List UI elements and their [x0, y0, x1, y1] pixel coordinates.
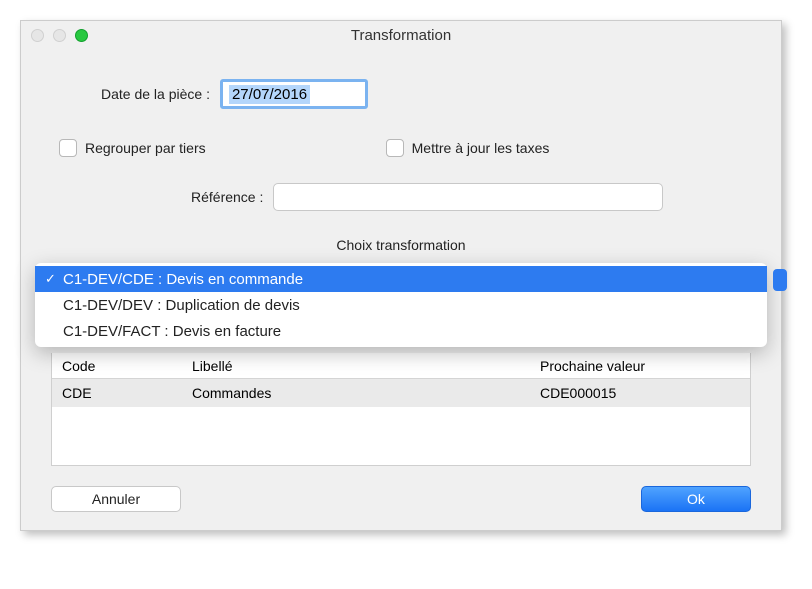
transformation-dropdown-wrap: ✓ C1-DEV/CDE : Devis en commande C1-DEV/… — [51, 263, 751, 347]
transformation-dropdown-list: ✓ C1-DEV/CDE : Devis en commande C1-DEV/… — [35, 263, 767, 347]
date-value: 27/07/2016 — [229, 85, 310, 104]
transformation-dialog: Transformation Date de la pièce : 27/07/… — [20, 20, 782, 531]
dropdown-option-label: C1-DEV/FACT : Devis en facture — [63, 323, 281, 340]
dialog-content: Date de la pièce : 27/07/2016 Regrouper … — [21, 49, 781, 530]
titlebar: Transformation — [21, 21, 781, 49]
cell-code: CDE — [52, 385, 182, 401]
reference-input[interactable] — [273, 183, 663, 211]
table-empty-area — [52, 407, 750, 465]
checkbox-row: Regrouper par tiers Mettre à jour les ta… — [51, 139, 751, 157]
table-row[interactable]: CDE Commandes CDE000015 — [52, 379, 750, 407]
group-by-third-label: Regrouper par tiers — [85, 140, 206, 156]
ok-button-label: Ok — [687, 491, 705, 507]
table-header: Code Libellé Prochaine valeur — [52, 353, 750, 379]
cancel-button[interactable]: Annuler — [51, 486, 181, 512]
dropdown-option[interactable]: ✓ C1-DEV/CDE : Devis en commande — [35, 266, 767, 292]
result-table: Code Libellé Prochaine valeur CDE Comman… — [51, 353, 751, 466]
table-header-prochaine: Prochaine valeur — [530, 358, 750, 374]
ok-button[interactable]: Ok — [641, 486, 751, 512]
table-header-libelle: Libellé — [182, 358, 530, 374]
dialog-footer: Annuler Ok — [51, 486, 751, 512]
date-row: Date de la pièce : 27/07/2016 — [101, 79, 751, 109]
window-title: Transformation — [21, 27, 781, 44]
dropdown-option-label: C1-DEV/CDE : Devis en commande — [63, 271, 303, 288]
group-by-third-checkbox-group: Regrouper par tiers — [59, 139, 206, 157]
date-label: Date de la pièce : — [101, 86, 210, 102]
dropdown-option[interactable]: C1-DEV/FACT : Devis en facture — [35, 318, 767, 344]
date-input[interactable]: 27/07/2016 — [220, 79, 368, 109]
dropdown-option[interactable]: C1-DEV/DEV : Duplication de devis — [35, 292, 767, 318]
reference-label: Référence : — [191, 189, 263, 205]
group-by-third-checkbox[interactable] — [59, 139, 77, 157]
update-taxes-checkbox[interactable] — [386, 139, 404, 157]
update-taxes-checkbox-group: Mettre à jour les taxes — [386, 139, 550, 157]
dropdown-arrow-icon — [773, 269, 787, 291]
cell-prochaine: CDE000015 — [530, 385, 750, 401]
dropdown-option-label: C1-DEV/DEV : Duplication de devis — [63, 297, 300, 314]
table-header-code: Code — [52, 358, 182, 374]
cell-libelle: Commandes — [182, 385, 530, 401]
transformation-section-title: Choix transformation — [51, 237, 751, 253]
checkmark-icon: ✓ — [45, 271, 63, 287]
reference-row: Référence : — [191, 183, 751, 211]
cancel-button-label: Annuler — [92, 491, 140, 507]
update-taxes-label: Mettre à jour les taxes — [412, 140, 550, 156]
